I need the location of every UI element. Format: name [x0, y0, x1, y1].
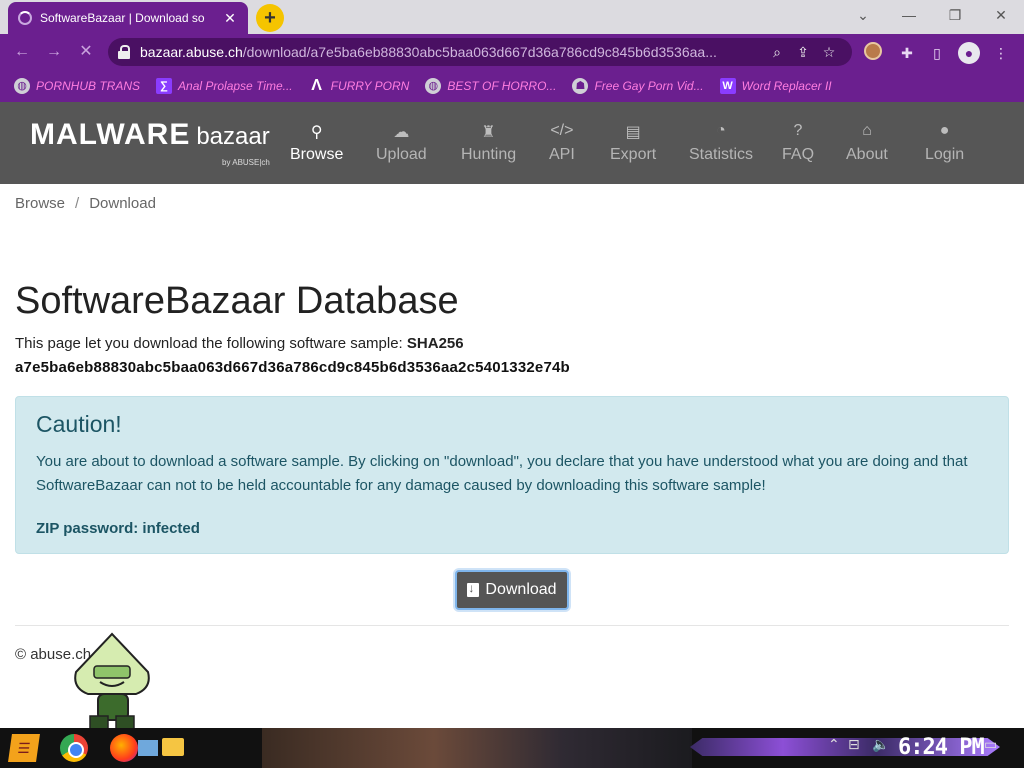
star-icon[interactable]: ☆: [816, 44, 842, 61]
sha256-hash: a7e5ba6eb88830abc5baa063d667d36a786cd9c8…: [15, 359, 570, 376]
lambda-icon: Λ: [311, 77, 322, 94]
volume-icon[interactable]: 🔈: [872, 736, 889, 753]
bookmark-item[interactable]: Λ FURRY PORN: [309, 77, 409, 94]
browser-toolbar: ← → ✕ bazaar.abuse.ch/download/a7e5ba6eb…: [0, 34, 1024, 70]
taskbar-clock[interactable]: 6:24 PM: [898, 735, 985, 760]
restore-button[interactable]: ❐: [932, 0, 978, 30]
puzzle-extensions-icon[interactable]: ✚: [896, 42, 918, 64]
nav-statistics[interactable]: ◔ Statistics: [689, 122, 753, 164]
caution-alert: Caution! You are about to download a sof…: [15, 396, 1009, 554]
globe-icon: ◍: [425, 78, 442, 94]
stop-loading-icon[interactable]: ✕: [74, 40, 98, 64]
tray-chevron-icon[interactable]: ⌃: [828, 736, 840, 753]
url-text[interactable]: bazaar.abuse.ch/download/a7e5ba6eb88830a…: [140, 44, 764, 60]
nav-upload[interactable]: ☁ Upload: [376, 122, 427, 164]
search-icon[interactable]: ⌕: [764, 44, 790, 61]
browser-tab-active[interactable]: SoftwareBazaar | Download so ✕: [8, 2, 248, 34]
file-download-icon: [467, 581, 480, 597]
share-icon[interactable]: ⇪: [790, 44, 816, 61]
nav-api[interactable]: </> API: [549, 122, 575, 164]
code-icon: </>: [550, 122, 574, 139]
breadcrumb-browse-link[interactable]: Browse: [15, 195, 65, 212]
firefox-icon[interactable]: [110, 734, 138, 762]
breadcrumb-current: Download: [89, 195, 156, 212]
download-button[interactable]: Download: [455, 570, 569, 610]
more-menu-icon[interactable]: ⋮: [990, 42, 1012, 64]
tab-strip: SoftwareBazaar | Download so ✕ + ⌄ — ❐ ✕: [0, 0, 1024, 34]
notifications-icon[interactable]: ▭: [984, 736, 997, 753]
tab-title: SoftwareBazaar | Download so: [40, 11, 205, 25]
castle-icon: ♜: [481, 124, 496, 141]
bookmark-item[interactable]: W Word Replacer II: [719, 78, 832, 94]
divider: [15, 625, 1009, 626]
site-header: MALWARE bazaar by ABUSE|ch ⚲ Browse ☁ Uploa…: [0, 102, 1024, 184]
nav-login[interactable]: ● Login: [925, 122, 964, 164]
nav-export[interactable]: ▤ Export: [610, 122, 656, 164]
pie-chart-icon: ◔: [716, 122, 726, 139]
hash-label: SHA256: [406, 335, 464, 352]
profile-icon[interactable]: ●: [958, 42, 980, 64]
intro-text: This page let you download the following…: [15, 335, 464, 352]
character-sticker-image: [74, 632, 150, 731]
extension-avatar-icon[interactable]: [864, 42, 886, 64]
app-window-icon[interactable]: [138, 740, 158, 756]
building-icon: ⌂: [862, 122, 872, 139]
nav-hunting[interactable]: ♜ Hunting: [461, 122, 516, 164]
question-icon: ?: [793, 122, 803, 139]
network-icon[interactable]: ⊟: [848, 736, 860, 753]
new-tab-button[interactable]: +: [256, 4, 284, 32]
breadcrumb: Browse / Download: [15, 195, 156, 212]
malware-bazaar-logo[interactable]: MALWARE bazaar by ABUSE|ch: [30, 118, 270, 167]
bookmark-item[interactable]: ☗ Free Gay Porn Vid...: [572, 78, 704, 94]
bookmarks-bar: ◍ PORNHUB TRANS ∑ Anal Prolapse Time... ΛF…: [0, 70, 1024, 102]
file-export-icon: ▤: [625, 124, 641, 141]
caution-title: Caution!: [36, 411, 122, 437]
taskbar-wallpaper-strip: [262, 728, 692, 768]
forward-arrow-icon[interactable]: →: [42, 40, 66, 64]
zip-password: ZIP password: infected: [36, 520, 200, 537]
lock-icon: [118, 45, 130, 59]
close-window-button[interactable]: ✕: [978, 0, 1024, 30]
loading-spinner-icon: [18, 11, 32, 25]
minimize-button[interactable]: —: [886, 0, 932, 30]
bookmark-item[interactable]: ◍ BEST OF HORRO...: [425, 78, 556, 94]
bookmark-item[interactable]: ◍ PORNHUB TRANS: [14, 78, 140, 94]
caution-text: You are about to download a software sam…: [36, 453, 968, 494]
cloud-upload-icon: ☁: [393, 124, 410, 141]
back-arrow-icon[interactable]: ←: [10, 40, 34, 64]
wr-icon: W: [719, 78, 736, 94]
file-explorer-icon[interactable]: [162, 738, 184, 756]
address-bar[interactable]: bazaar.abuse.ch/download/a7e5ba6eb88830a…: [108, 38, 852, 66]
close-tab-icon[interactable]: ✕: [222, 10, 238, 27]
bookmark-item[interactable]: ∑ Anal Prolapse Time...: [156, 78, 293, 94]
side-panel-icon[interactable]: ▯: [926, 42, 948, 64]
nav-about[interactable]: ⌂ About: [846, 122, 888, 164]
nav-browse[interactable]: ⚲ Browse: [290, 122, 343, 164]
nav-faq[interactable]: ? FAQ: [782, 122, 814, 164]
start-button[interactable]: ☰: [8, 734, 40, 762]
globe-icon: ◍: [14, 78, 30, 94]
tab-search-icon[interactable]: ⌄: [840, 0, 886, 30]
chrome-icon[interactable]: [60, 734, 88, 762]
bookmark-square-icon: ∑: [156, 78, 173, 94]
search-icon: ⚲: [310, 124, 323, 141]
cat-icon: ☗: [572, 78, 589, 94]
user-icon: ●: [939, 122, 950, 139]
page-title: SoftwareBazaar Database: [15, 280, 459, 322]
